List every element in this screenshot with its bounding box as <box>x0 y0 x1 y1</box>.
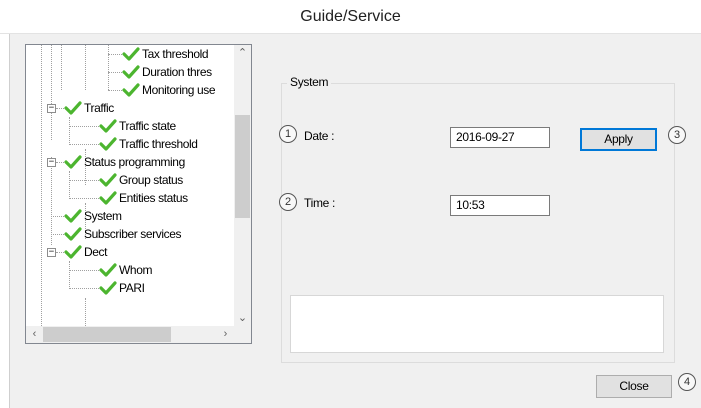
checkmark-icon <box>64 227 82 241</box>
tree-connector <box>69 288 99 289</box>
tree-connector <box>56 252 64 253</box>
window-title: Guide/Service <box>0 0 701 34</box>
checkmark-icon <box>64 101 82 115</box>
tree-connector <box>108 72 122 73</box>
tree-guide-line <box>61 45 62 90</box>
callout-1: 1 <box>279 125 297 143</box>
apply-button[interactable]: Apply <box>580 128 657 151</box>
tree-item-monitoring-use[interactable]: Monitoring use <box>142 81 216 99</box>
close-button[interactable]: Close <box>596 375 672 398</box>
collapse-toggle[interactable]: − <box>47 248 56 257</box>
checkmark-icon <box>64 209 82 223</box>
tree-connector <box>51 216 64 217</box>
tree-item-dect[interactable]: Dect <box>84 243 107 261</box>
tree-connector <box>108 54 122 55</box>
tree-item-system[interactable]: System <box>84 207 122 225</box>
checkmark-icon <box>99 137 117 151</box>
tree-horizontal-scrollbar[interactable]: ‹ › <box>26 326 251 343</box>
tree-connector <box>56 108 64 109</box>
checkmark-icon <box>122 47 140 61</box>
tree-vertical-scrollbar[interactable]: ⌃ ⌄ <box>234 45 251 326</box>
tree-guide-line <box>69 117 70 145</box>
tree-guide-line <box>85 298 86 326</box>
tree-item-pari[interactable]: PARI <box>119 279 145 297</box>
checkmark-icon <box>122 65 140 79</box>
collapse-toggle[interactable]: − <box>47 158 56 167</box>
time-field[interactable]: 10:53 <box>450 195 550 216</box>
callout-4: 4 <box>678 373 696 391</box>
tree-guide-line <box>69 171 70 199</box>
menu-tree[interactable]: Tax threshold Duration thres Monitoring … <box>25 44 252 344</box>
tree-item-entities-status[interactable]: Entities status <box>119 189 188 207</box>
checkmark-icon <box>99 281 117 295</box>
date-label: Date : <box>304 129 335 143</box>
tree-item-duration-threshold[interactable]: Duration thres <box>142 63 212 81</box>
tree-guide-line <box>108 45 109 90</box>
system-group-title: System <box>287 75 332 89</box>
tree-guide-line <box>51 157 52 245</box>
tree-item-whom[interactable]: Whom <box>119 261 152 279</box>
tree-guide-line <box>85 45 86 90</box>
tree-item-tax-threshold[interactable]: Tax threshold <box>142 45 209 63</box>
checkmark-icon <box>99 173 117 187</box>
horizontal-scroll-thumb[interactable] <box>43 327 171 342</box>
tree-item-subscriber-services[interactable]: Subscriber services <box>84 225 182 243</box>
tree-connector <box>69 270 99 271</box>
tree-content: Tax threshold Duration thres Monitoring … <box>26 45 234 326</box>
tree-guide-line <box>51 45 52 140</box>
scroll-up-icon[interactable]: ⌃ <box>234 45 251 61</box>
scroll-right-icon[interactable]: › <box>217 326 234 342</box>
callout-3: 3 <box>668 126 686 144</box>
vertical-scroll-thumb[interactable] <box>235 115 250 218</box>
checkmark-icon <box>99 191 117 205</box>
date-field[interactable]: 2016-09-27 <box>450 127 550 148</box>
tree-connector <box>69 198 99 199</box>
tree-guide-line <box>41 45 42 326</box>
checkmark-icon <box>64 155 82 169</box>
tree-connector <box>51 234 64 235</box>
tree-item-group-status[interactable]: Group status <box>119 171 183 189</box>
tree-connector <box>69 180 99 181</box>
tree-connector <box>69 144 99 145</box>
checkmark-icon <box>99 119 117 133</box>
time-label: Time : <box>304 196 336 210</box>
scroll-left-icon[interactable]: ‹ <box>26 326 43 342</box>
checkmark-icon <box>122 83 140 97</box>
scroll-down-icon[interactable]: ⌄ <box>234 310 251 326</box>
callout-2: 2 <box>279 193 297 211</box>
tree-item-traffic-state[interactable]: Traffic state <box>119 117 176 135</box>
checkmark-icon <box>99 263 117 277</box>
tree-connector <box>108 90 122 91</box>
collapse-toggle[interactable]: − <box>47 104 56 113</box>
tree-guide-line <box>69 261 70 289</box>
tree-connector <box>69 126 99 127</box>
checkmark-icon <box>64 245 82 259</box>
tree-connector <box>56 162 64 163</box>
tree-item-traffic-threshold[interactable]: Traffic threshold <box>119 135 198 153</box>
tree-item-status-programming[interactable]: Status programming <box>84 153 185 171</box>
notes-textarea[interactable] <box>290 295 664 353</box>
tree-item-traffic[interactable]: Traffic <box>84 99 114 117</box>
